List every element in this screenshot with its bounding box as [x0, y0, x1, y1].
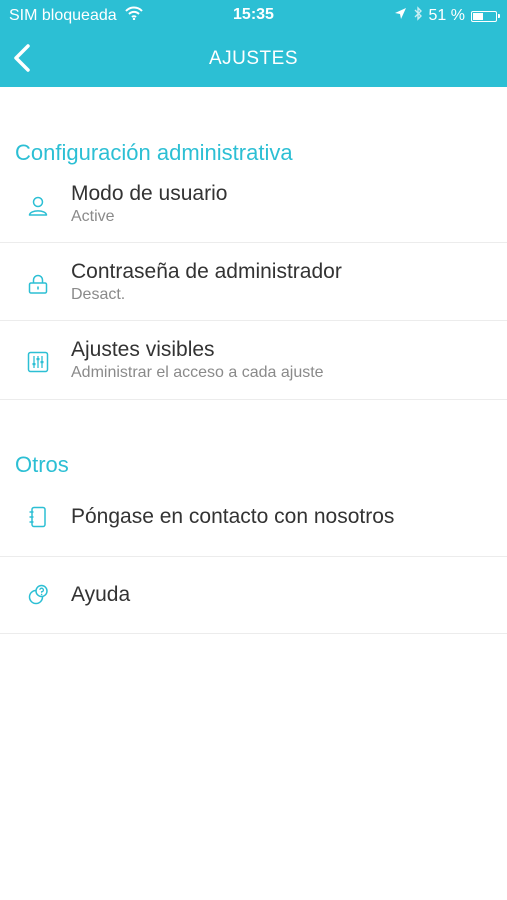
- setting-row-user-mode[interactable]: Modo de usuario Active: [0, 165, 507, 243]
- status-bar: SIM bloqueada 15:35 51 %: [0, 0, 507, 30]
- section-header-admin: Configuración administrativa: [15, 140, 293, 165]
- setting-label: Ajustes visibles: [71, 338, 215, 361]
- setting-value: Active: [71, 208, 115, 225]
- setting-value: Desact.: [71, 286, 126, 303]
- location-arrow-icon: [394, 7, 407, 25]
- nav-bar: AJUSTES: [0, 30, 507, 87]
- battery-percent: 51 %: [428, 7, 465, 24]
- setting-label: Contraseña de administrador: [71, 260, 342, 283]
- setting-value: Administrar el acceso a cada ajuste: [71, 364, 324, 381]
- setting-label: Modo de usuario: [71, 182, 228, 205]
- contact-book-icon: [26, 505, 50, 529]
- lock-icon: [26, 272, 50, 296]
- status-bar-right: 51 %: [388, 6, 500, 26]
- section-header-others: Otros: [15, 452, 69, 477]
- setting-row-help[interactable]: Ayuda: [0, 557, 507, 634]
- setting-row-admin-password[interactable]: Contraseña de administrador Desact.: [0, 243, 507, 321]
- battery-icon: [471, 10, 500, 22]
- setting-label: Ayuda: [71, 583, 131, 606]
- user-icon: [26, 194, 50, 218]
- help-icon: [26, 583, 50, 607]
- setting-label: Póngase en contacto con nosotros: [71, 505, 395, 528]
- setting-row-visible-settings[interactable]: Ajustes visibles Administrar el acceso a…: [0, 321, 507, 400]
- sliders-icon: [26, 350, 50, 374]
- bluetooth-icon: [413, 6, 423, 26]
- setting-row-contact-us[interactable]: Póngase en contacto con nosotros: [0, 478, 507, 557]
- battery-level: [473, 12, 484, 20]
- page-title: AJUSTES: [208, 48, 299, 69]
